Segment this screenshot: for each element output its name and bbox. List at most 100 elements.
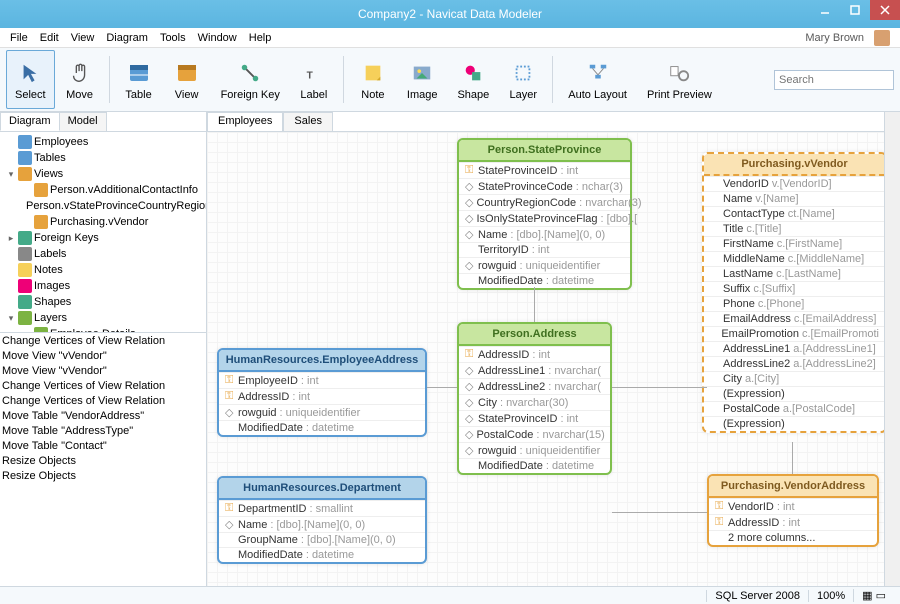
close-button[interactable] — [870, 0, 900, 20]
history-item[interactable]: Move View "vVendor" — [2, 365, 204, 380]
entity-vendoraddress[interactable]: Purchasing.VendorAddress ⚿VendorID: int⚿… — [707, 474, 879, 547]
image-button[interactable]: Image — [398, 50, 447, 109]
column-row: ModifiedDate: datetime — [219, 547, 425, 562]
menu-diagram[interactable]: Diagram — [100, 32, 154, 44]
link-icon — [236, 59, 264, 87]
tree-item[interactable]: Images — [2, 278, 204, 294]
relation-line — [612, 387, 707, 388]
column-row: ◇AddressLine2: nvarchar( — [459, 378, 610, 394]
shape-button[interactable]: Shape — [448, 50, 498, 109]
menubar: File Edit View Diagram Tools Window Help… — [0, 28, 900, 48]
maximize-button[interactable] — [840, 0, 870, 20]
layer-button[interactable]: Layer — [500, 50, 546, 109]
history-item[interactable]: Move Table "AddressType" — [2, 425, 204, 440]
scrollbar[interactable] — [884, 112, 900, 586]
user-label[interactable]: Mary Brown — [793, 30, 896, 46]
history-item[interactable]: Move View "vVendor" — [2, 350, 204, 365]
column-row: Name v.[Name] — [704, 191, 884, 206]
menu-tools[interactable]: Tools — [154, 32, 192, 44]
menu-view[interactable]: View — [65, 32, 101, 44]
entity-department[interactable]: HumanResources.Department ⚿DepartmentID:… — [217, 476, 427, 564]
tree-item[interactable]: Shapes — [2, 294, 204, 310]
history-item[interactable]: Change Vertices of View Relation — [2, 395, 204, 410]
history-item[interactable]: Change Vertices of View Relation — [2, 380, 204, 395]
column-row: EmailPromotion c.[EmailPromoti — [704, 326, 884, 341]
auto-layout-button[interactable]: Auto Layout — [559, 50, 636, 109]
foreign-key-button[interactable]: Foreign Key — [212, 50, 289, 109]
history-item[interactable]: Change Vertices of View Relation — [2, 335, 204, 350]
label-button[interactable]: TLabel — [291, 50, 337, 109]
window-title: Company2 - Navicat Data Modeler — [358, 7, 542, 21]
column-row: ◇Name: [dbo].[Name](0, 0) — [219, 516, 425, 532]
minimize-button[interactable] — [810, 0, 840, 20]
history-panel[interactable]: Change Vertices of View RelationMove Vie… — [0, 332, 206, 586]
column-row: TerritoryID: int — [459, 242, 630, 257]
avatar-icon — [874, 30, 890, 46]
diagram-canvas[interactable]: HumanResources.EmployeeAddress ⚿Employee… — [207, 132, 884, 586]
tree-item[interactable]: ▾Views — [2, 166, 204, 182]
column-row: ◇rowguid: uniqueidentifier — [459, 257, 630, 273]
menu-window[interactable]: Window — [192, 32, 243, 44]
column-row: ◇City: nvarchar(30) — [459, 394, 610, 410]
history-item[interactable]: Move Table "Contact" — [2, 440, 204, 455]
object-tree[interactable]: EmployeesTables▾ViewsPerson.vAdditionalC… — [0, 132, 206, 332]
column-row: AddressLine2 a.[AddressLine2] — [704, 356, 884, 371]
column-row: MiddleName c.[MiddleName] — [704, 251, 884, 266]
view-button[interactable]: View — [164, 50, 210, 109]
menu-help[interactable]: Help — [243, 32, 278, 44]
menu-file[interactable]: File — [4, 32, 34, 44]
statusbar: SQL Server 2008 100% ▦ ▭ — [0, 586, 900, 604]
print-preview-button[interactable]: Print Preview — [638, 50, 721, 109]
history-item[interactable]: Move Table "VendorAddress" — [2, 410, 204, 425]
select-button[interactable]: Select — [6, 50, 55, 109]
entity-vvendor[interactable]: Purchasing.vVendor VendorID v.[VendorID]… — [702, 152, 884, 433]
tree-item[interactable]: Tables — [2, 150, 204, 166]
relation-line — [427, 387, 457, 388]
column-row: ModifiedDate: datetime — [219, 420, 425, 435]
table-button[interactable]: Table — [116, 50, 162, 109]
sidetab-model[interactable]: Model — [59, 112, 107, 131]
column-row: ⚿AddressID: int — [709, 514, 877, 530]
note-icon — [359, 59, 387, 87]
tree-item[interactable]: ▾Layers — [2, 310, 204, 326]
text-icon: T — [300, 59, 328, 87]
status-icons[interactable]: ▦ ▭ — [853, 589, 894, 602]
move-button[interactable]: Move — [57, 50, 103, 109]
column-row: ⚿StateProvinceID: int — [459, 162, 630, 178]
tree-item[interactable]: Purchasing.vVendor — [2, 214, 204, 230]
entity-employeeaddress[interactable]: HumanResources.EmployeeAddress ⚿Employee… — [217, 348, 427, 437]
search-input[interactable] — [774, 70, 894, 90]
column-row: Suffix c.[Suffix] — [704, 281, 884, 296]
tree-item[interactable]: Person.vAdditionalContactInfo — [2, 182, 204, 198]
tree-item[interactable]: Person.vStateProvinceCountryRegion — [2, 198, 204, 214]
history-item[interactable]: Resize Objects — [2, 455, 204, 470]
auto-layout-icon — [584, 59, 612, 87]
entity-address[interactable]: Person.Address ⚿AddressID: int◇AddressLi… — [457, 322, 612, 475]
relation-line — [792, 442, 793, 474]
column-row: ◇PostalCode: nvarchar(15) — [459, 426, 610, 442]
column-row: VendorID v.[VendorID] — [704, 176, 884, 191]
status-zoom[interactable]: 100% — [808, 590, 853, 602]
search-box[interactable] — [774, 70, 894, 90]
column-row: ⚿AddressID: int — [459, 346, 610, 362]
tree-item[interactable]: Notes — [2, 262, 204, 278]
history-item[interactable]: Resize Objects — [2, 470, 204, 485]
tree-item[interactable]: Employees — [2, 134, 204, 150]
titlebar: Company2 - Navicat Data Modeler — [0, 0, 900, 28]
sidetab-diagram[interactable]: Diagram — [0, 112, 60, 131]
doctab-employees[interactable]: Employees — [207, 112, 283, 131]
column-row: FirstName c.[FirstName] — [704, 236, 884, 251]
menu-edit[interactable]: Edit — [34, 32, 65, 44]
doctab-sales[interactable]: Sales — [283, 112, 333, 131]
column-row: ◇rowguid: uniqueidentifier — [459, 442, 610, 458]
entity-stateprovince[interactable]: Person.StateProvince ⚿StateProvinceID: i… — [457, 138, 632, 290]
tree-item[interactable]: ▸Foreign Keys — [2, 230, 204, 246]
column-row: ◇StateProvinceCode: nchar(3) — [459, 178, 630, 194]
column-row: LastName c.[LastName] — [704, 266, 884, 281]
image-icon — [408, 59, 436, 87]
note-button[interactable]: Note — [350, 50, 396, 109]
column-row: ◇IsOnlyStateProvinceFlag: [dbo].[ — [459, 210, 630, 226]
tree-item[interactable]: Labels — [2, 246, 204, 262]
view-icon — [173, 59, 201, 87]
ribbon-toolbar: Select Move Table View Foreign Key TLabe… — [0, 48, 900, 112]
